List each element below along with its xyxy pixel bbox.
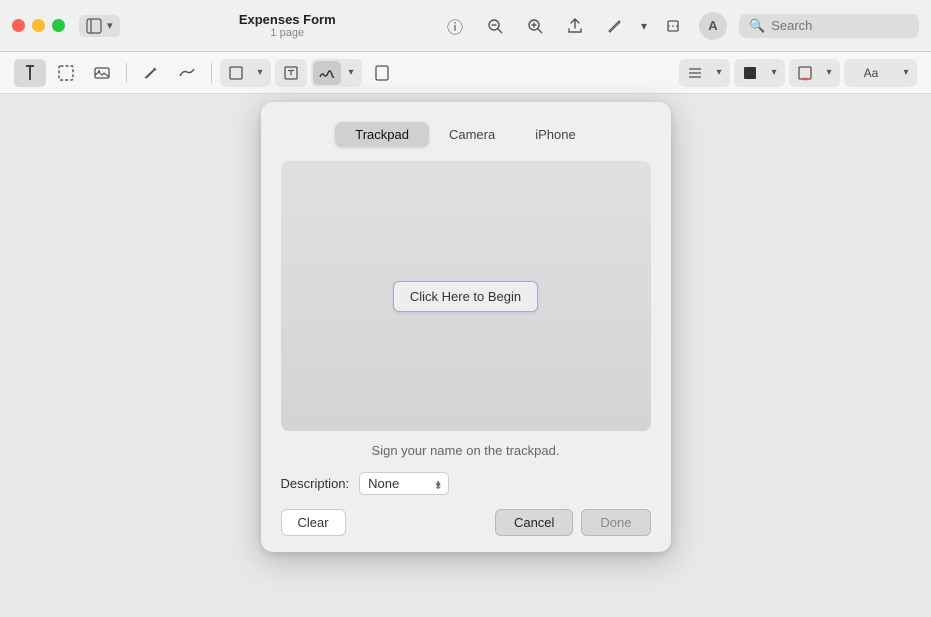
border-group: ▾ [734, 59, 785, 87]
minimize-button[interactable] [32, 19, 45, 32]
pen-chevron-icon: ▾ [641, 19, 647, 33]
page-view-tool[interactable] [366, 59, 398, 87]
align-chevron[interactable]: ▾ [710, 61, 728, 85]
clear-button[interactable]: Clear [281, 509, 346, 536]
align-group: ▾ [679, 59, 730, 87]
fill-dropdown-icon: ▾ [826, 67, 831, 78]
crop-button[interactable] [659, 12, 687, 40]
smooth-pencil-tool[interactable] [171, 59, 203, 87]
titlebar-right: ⓘ ▾ A 🔍 [441, 12, 919, 40]
pencil-tool[interactable] [135, 59, 167, 87]
fill-tool[interactable] [791, 61, 819, 85]
fill-group: ▾ [789, 59, 840, 87]
selection-tool[interactable] [50, 59, 82, 87]
signature-canvas[interactable]: Click Here to Begin [281, 161, 651, 431]
pencil-icon [142, 64, 160, 82]
font-tool[interactable]: Aa [846, 61, 896, 85]
signature-dropdown-icon: ▾ [348, 67, 353, 78]
smooth-pencil-icon [178, 64, 196, 82]
tab-camera[interactable]: Camera [429, 122, 515, 147]
toolbar-separator-2 [211, 63, 212, 83]
tab-bar: Trackpad Camera iPhone [281, 122, 651, 147]
sidebar-icon [86, 18, 102, 34]
close-button[interactable] [12, 19, 25, 32]
text-cursor-tool[interactable] [14, 59, 46, 87]
fill-icon [797, 65, 813, 81]
text-box-group [275, 59, 307, 87]
info-button[interactable]: ⓘ [441, 12, 469, 40]
border-chevron[interactable]: ▾ [765, 61, 783, 85]
text-cursor-icon [21, 64, 39, 82]
shapes-group: ▾ [220, 59, 271, 87]
search-bar: 🔍 [739, 14, 919, 38]
zoom-in-icon [527, 18, 543, 34]
crop-icon [665, 18, 681, 34]
shape-dropdown-icon: ▾ [257, 67, 262, 78]
signature-chevron[interactable]: ▾ [342, 61, 360, 85]
document-title: Expenses Form [239, 12, 336, 27]
description-select-wrapper: None Signature Initials ▲ ▼ [359, 472, 449, 495]
shape-icon [228, 65, 244, 81]
text-box-icon [283, 65, 299, 81]
maximize-button[interactable] [52, 19, 65, 32]
bottom-row: Clear Cancel Done [281, 509, 651, 536]
font-dropdown-icon: ▾ [903, 67, 908, 78]
tab-trackpad[interactable]: Trackpad [335, 122, 429, 147]
toolbar-separator-1 [126, 63, 127, 83]
align-dropdown-icon: ▾ [716, 67, 721, 78]
zoom-out-icon [487, 18, 503, 34]
account-button[interactable]: A [699, 12, 727, 40]
zoom-in-button[interactable] [521, 12, 549, 40]
selection-icon [57, 64, 75, 82]
click-to-begin-button[interactable]: Click Here to Begin [393, 281, 538, 312]
titlebar: ▾ Expenses Form 1 page ⓘ ▾ A 🔍 [0, 0, 931, 52]
zoom-out-button[interactable] [481, 12, 509, 40]
description-row: Description: None Signature Initials ▲ ▼ [281, 472, 651, 495]
action-buttons: Cancel Done [495, 509, 651, 536]
share-button[interactable] [561, 12, 589, 40]
font-group: Aa ▾ [844, 59, 917, 87]
main-content: Trackpad Camera iPhone Click Here to Beg… [0, 94, 931, 617]
signature-modal: Trackpad Camera iPhone Click Here to Beg… [261, 102, 671, 552]
border-tool[interactable] [736, 61, 764, 85]
signature-icon [318, 64, 336, 82]
cancel-button[interactable]: Cancel [495, 509, 573, 536]
align-tool[interactable] [681, 61, 709, 85]
pen-button[interactable] [601, 12, 629, 40]
signature-tool[interactable] [313, 61, 341, 85]
done-button[interactable]: Done [581, 509, 650, 536]
fill-chevron[interactable]: ▾ [820, 61, 838, 85]
modal-overlay: Trackpad Camera iPhone Click Here to Beg… [0, 94, 931, 617]
shape-tool[interactable] [222, 61, 250, 85]
border-icon [742, 65, 758, 81]
description-select[interactable]: None Signature Initials [359, 472, 449, 495]
shape-chevron[interactable]: ▾ [251, 61, 269, 85]
signature-hint: Sign your name on the trackpad. [281, 443, 651, 458]
search-icon: 🔍 [749, 18, 765, 34]
search-input[interactable] [771, 18, 901, 33]
sidebar-chevron-icon: ▾ [107, 19, 113, 32]
image-tool[interactable] [86, 59, 118, 87]
toolbar: ▾ ▾ ▾ ▾ [0, 52, 931, 94]
share-icon [567, 18, 583, 34]
tab-iphone[interactable]: iPhone [515, 122, 595, 147]
border-dropdown-icon: ▾ [771, 67, 776, 78]
window-controls [12, 19, 65, 32]
font-chevron[interactable]: ▾ [897, 61, 915, 85]
title-area: Expenses Form 1 page [134, 12, 441, 39]
document-subtitle: 1 page [270, 27, 304, 39]
pen-icon [607, 18, 623, 34]
text-box-tool[interactable] [277, 61, 305, 85]
page-view-icon [373, 64, 391, 82]
image-icon [93, 64, 111, 82]
align-icon [687, 65, 703, 81]
sidebar-toggle[interactable]: ▾ [79, 15, 120, 37]
description-label: Description: [281, 476, 350, 491]
signature-group: ▾ [311, 59, 362, 87]
